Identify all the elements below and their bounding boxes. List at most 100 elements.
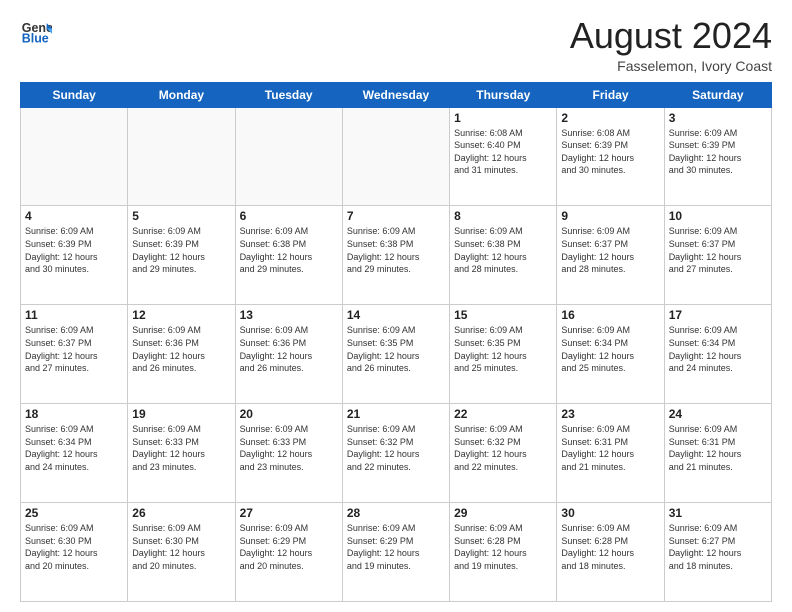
title-block: August 2024 Fasselemon, Ivory Coast [570, 16, 772, 74]
day-info: Sunrise: 6:08 AM Sunset: 6:39 PM Dayligh… [561, 127, 659, 177]
day-cell [342, 107, 449, 206]
day-cell [21, 107, 128, 206]
week-row-2: 11 Sunrise: 6:09 AM Sunset: 6:37 PM Dayli… [21, 305, 772, 404]
day-cell: 18 Sunrise: 6:09 AM Sunset: 6:34 PM Dayli… [21, 404, 128, 503]
col-tuesday: Tuesday [235, 82, 342, 107]
day-number: 29 [454, 506, 552, 520]
month-title: August 2024 [570, 16, 772, 56]
day-number: 20 [240, 407, 338, 421]
day-info: Sunrise: 6:09 AM Sunset: 6:37 PM Dayligh… [25, 324, 123, 374]
day-cell: 5 Sunrise: 6:09 AM Sunset: 6:39 PM Daylig… [128, 206, 235, 305]
day-cell [128, 107, 235, 206]
week-row-0: 1 Sunrise: 6:08 AM Sunset: 6:40 PM Daylig… [21, 107, 772, 206]
day-cell: 12Sunrise: 6:09 AM Sunset: 6:36 PM Dayli… [128, 305, 235, 404]
day-number: 1 [454, 111, 552, 125]
day-number: 19 [132, 407, 230, 421]
col-thursday: Thursday [450, 82, 557, 107]
day-cell: 16Sunrise: 6:09 AM Sunset: 6:34 PM Dayli… [557, 305, 664, 404]
day-info: Sunrise: 6:09 AM Sunset: 6:30 PM Dayligh… [132, 522, 230, 572]
day-number: 3 [669, 111, 767, 125]
day-cell: 14 Sunrise: 6:09 AM Sunset: 6:35 PM Dayli… [342, 305, 449, 404]
day-cell: 23 Sunrise: 6:09 AM Sunset: 6:31 PM Dayli… [557, 404, 664, 503]
day-number: 18 [25, 407, 123, 421]
day-cell: 11 Sunrise: 6:09 AM Sunset: 6:37 PM Dayli… [21, 305, 128, 404]
day-info: Sunrise: 6:09 AM Sunset: 6:38 PM Dayligh… [240, 225, 338, 275]
day-info: Sunrise: 6:09 AM Sunset: 6:28 PM Dayligh… [454, 522, 552, 572]
day-cell: 28 Sunrise: 6:09 AM Sunset: 6:29 PM Dayli… [342, 503, 449, 602]
day-number: 21 [347, 407, 445, 421]
col-saturday: Saturday [664, 82, 771, 107]
day-number: 8 [454, 209, 552, 223]
day-cell: 15Sunrise: 6:09 AM Sunset: 6:35 PM Dayli… [450, 305, 557, 404]
day-number: 11 [25, 308, 123, 322]
day-info: Sunrise: 6:09 AM Sunset: 6:30 PM Dayligh… [25, 522, 123, 572]
page: General Blue August 2024 Fasselemon, Ivo… [0, 0, 792, 612]
day-info: Sunrise: 6:09 AM Sunset: 6:34 PM Dayligh… [25, 423, 123, 473]
day-cell: 25 Sunrise: 6:09 AM Sunset: 6:30 PM Dayli… [21, 503, 128, 602]
col-wednesday: Wednesday [342, 82, 449, 107]
calendar: Sunday Monday Tuesday Wednesday Thursday… [20, 82, 772, 602]
day-number: 5 [132, 209, 230, 223]
day-info: Sunrise: 6:09 AM Sunset: 6:32 PM Dayligh… [454, 423, 552, 473]
day-number: 22 [454, 407, 552, 421]
day-number: 23 [561, 407, 659, 421]
day-cell: 1 Sunrise: 6:08 AM Sunset: 6:40 PM Daylig… [450, 107, 557, 206]
day-info: Sunrise: 6:09 AM Sunset: 6:39 PM Dayligh… [25, 225, 123, 275]
day-info: Sunrise: 6:09 AM Sunset: 6:29 PM Dayligh… [347, 522, 445, 572]
week-row-4: 25 Sunrise: 6:09 AM Sunset: 6:30 PM Dayli… [21, 503, 772, 602]
day-info: Sunrise: 6:09 AM Sunset: 6:36 PM Dayligh… [240, 324, 338, 374]
day-info: Sunrise: 6:09 AM Sunset: 6:29 PM Dayligh… [240, 522, 338, 572]
day-number: 4 [25, 209, 123, 223]
day-number: 13 [240, 308, 338, 322]
day-info: Sunrise: 6:09 AM Sunset: 6:32 PM Dayligh… [347, 423, 445, 473]
day-info: Sunrise: 6:08 AM Sunset: 6:40 PM Dayligh… [454, 127, 552, 177]
day-cell: 13 Sunrise: 6:09 AM Sunset: 6:36 PM Dayli… [235, 305, 342, 404]
day-number: 25 [25, 506, 123, 520]
day-cell: 22 Sunrise: 6:09 AM Sunset: 6:32 PM Dayli… [450, 404, 557, 503]
day-number: 2 [561, 111, 659, 125]
day-info: Sunrise: 6:09 AM Sunset: 6:39 PM Dayligh… [132, 225, 230, 275]
day-cell: 7Sunrise: 6:09 AM Sunset: 6:38 PM Daylig… [342, 206, 449, 305]
day-cell: 24Sunrise: 6:09 AM Sunset: 6:31 PM Dayli… [664, 404, 771, 503]
day-cell: 26Sunrise: 6:09 AM Sunset: 6:30 PM Dayli… [128, 503, 235, 602]
day-cell: 6 Sunrise: 6:09 AM Sunset: 6:38 PM Daylig… [235, 206, 342, 305]
day-info: Sunrise: 6:09 AM Sunset: 6:34 PM Dayligh… [669, 324, 767, 374]
day-number: 27 [240, 506, 338, 520]
week-row-3: 18 Sunrise: 6:09 AM Sunset: 6:34 PM Dayli… [21, 404, 772, 503]
day-cell: 4 Sunrise: 6:09 AM Sunset: 6:39 PM Daylig… [21, 206, 128, 305]
col-monday: Monday [128, 82, 235, 107]
day-number: 28 [347, 506, 445, 520]
day-cell: 17 Sunrise: 6:09 AM Sunset: 6:34 PM Dayli… [664, 305, 771, 404]
day-number: 14 [347, 308, 445, 322]
day-number: 17 [669, 308, 767, 322]
day-cell [235, 107, 342, 206]
day-info: Sunrise: 6:09 AM Sunset: 6:37 PM Dayligh… [561, 225, 659, 275]
day-cell: 21 Sunrise: 6:09 AM Sunset: 6:32 PM Dayli… [342, 404, 449, 503]
day-info: Sunrise: 6:09 AM Sunset: 6:36 PM Dayligh… [132, 324, 230, 374]
day-info: Sunrise: 6:09 AM Sunset: 6:33 PM Dayligh… [240, 423, 338, 473]
day-info: Sunrise: 6:09 AM Sunset: 6:35 PM Dayligh… [347, 324, 445, 374]
day-cell: 19Sunrise: 6:09 AM Sunset: 6:33 PM Dayli… [128, 404, 235, 503]
header-row: Sunday Monday Tuesday Wednesday Thursday… [21, 82, 772, 107]
svg-text:Blue: Blue [22, 32, 49, 46]
week-row-1: 4 Sunrise: 6:09 AM Sunset: 6:39 PM Daylig… [21, 206, 772, 305]
location: Fasselemon, Ivory Coast [570, 58, 772, 74]
day-cell: 31 Sunrise: 6:09 AM Sunset: 6:27 PM Dayli… [664, 503, 771, 602]
day-cell: 30Sunrise: 6:09 AM Sunset: 6:28 PM Dayli… [557, 503, 664, 602]
logo-icon: General Blue [20, 16, 52, 48]
day-info: Sunrise: 6:09 AM Sunset: 6:34 PM Dayligh… [561, 324, 659, 374]
day-number: 24 [669, 407, 767, 421]
day-info: Sunrise: 6:09 AM Sunset: 6:31 PM Dayligh… [561, 423, 659, 473]
day-number: 6 [240, 209, 338, 223]
day-number: 9 [561, 209, 659, 223]
day-number: 31 [669, 506, 767, 520]
day-cell: 3Sunrise: 6:09 AM Sunset: 6:39 PM Daylig… [664, 107, 771, 206]
day-cell: 2 Sunrise: 6:08 AM Sunset: 6:39 PM Daylig… [557, 107, 664, 206]
day-info: Sunrise: 6:09 AM Sunset: 6:38 PM Dayligh… [454, 225, 552, 275]
col-friday: Friday [557, 82, 664, 107]
day-cell: 10Sunrise: 6:09 AM Sunset: 6:37 PM Dayli… [664, 206, 771, 305]
day-info: Sunrise: 6:09 AM Sunset: 6:37 PM Dayligh… [669, 225, 767, 275]
day-number: 30 [561, 506, 659, 520]
day-info: Sunrise: 6:09 AM Sunset: 6:27 PM Dayligh… [669, 522, 767, 572]
col-sunday: Sunday [21, 82, 128, 107]
